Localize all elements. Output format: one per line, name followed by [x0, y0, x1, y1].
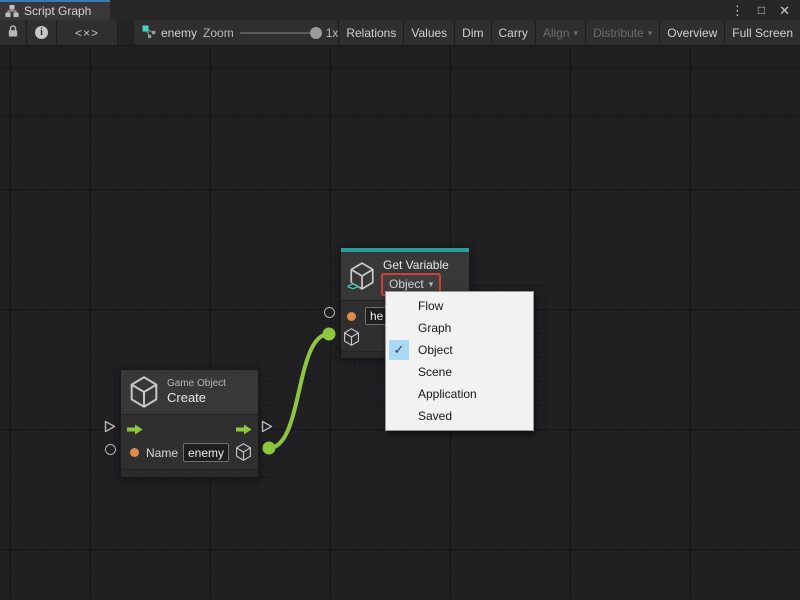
create-body: Name [121, 415, 258, 469]
values-button[interactable]: Values [404, 20, 455, 45]
toolbar-main-segment: enemy Zoom 1x [134, 20, 339, 45]
tab-script-graph[interactable]: Script Graph [0, 0, 110, 20]
chevron-down-icon: ▾ [429, 277, 434, 291]
window-controls: ⋮ □ ✕ [731, 0, 800, 20]
graph-hierarchy-icon [5, 4, 19, 18]
carry-button[interactable]: Carry [492, 20, 536, 45]
chevron-down-icon: ▾ [648, 28, 653, 39]
zoom-slider[interactable] [240, 32, 320, 34]
overview-button[interactable]: Overview [660, 20, 725, 45]
wire-endpoint-source[interactable] [263, 442, 276, 455]
flow-input-arrow-icon[interactable] [127, 424, 143, 435]
create-gameobject-node[interactable]: Game Object Create Name [120, 369, 259, 478]
graph-selector[interactable]: enemy [142, 25, 197, 41]
create-footer [121, 469, 258, 477]
script-graph-icon [142, 25, 156, 41]
chevron-down-icon: ▾ [574, 28, 579, 39]
menu-item-application[interactable]: Application [386, 383, 533, 405]
distribute-dropdown-button[interactable]: Distribute ▾ [586, 20, 660, 45]
node-title: Create [167, 390, 226, 406]
align-dropdown-button[interactable]: Align ▾ [536, 20, 586, 45]
menu-item-saved[interactable]: Saved [386, 405, 533, 427]
node-category: Game Object [167, 378, 226, 390]
create-flow-out-port[interactable] [261, 420, 273, 433]
check-icon: ✓ [389, 340, 409, 360]
code-icon: <×> [75, 26, 99, 40]
name-param-input[interactable] [183, 443, 229, 462]
menu-item-graph[interactable]: Graph [386, 317, 533, 339]
full-screen-button[interactable]: Full Screen [725, 20, 800, 45]
variable-cube-icon: <> [349, 262, 375, 290]
graph-canvas[interactable]: <> Get Variable Object ▾ [0, 46, 800, 600]
name-param-port[interactable] [130, 448, 139, 457]
maximize-icon[interactable]: □ [758, 4, 765, 16]
create-flow-in-port[interactable] [104, 420, 116, 433]
variable-name-port[interactable] [347, 312, 356, 321]
window-menu-icon[interactable]: ⋮ [731, 4, 744, 17]
close-icon[interactable]: ✕ [779, 4, 790, 17]
variable-scope-menu: Flow Graph ✓ Object Scene Application Sa… [385, 291, 534, 431]
gameobject-output-port-icon[interactable] [235, 443, 252, 466]
flow-output-arrow-icon[interactable] [236, 424, 252, 435]
zoom-value: 1x [326, 26, 339, 40]
node-title: Get Variable [383, 258, 449, 272]
get-variable-value-port[interactable] [324, 307, 335, 318]
lock-button[interactable] [0, 20, 27, 45]
lock-icon [7, 24, 19, 41]
zoom-label: Zoom [203, 26, 234, 40]
menu-item-flow[interactable]: Flow [386, 295, 533, 317]
toolbar-spacer [118, 20, 134, 45]
relations-button[interactable]: Relations [339, 20, 404, 45]
create-header: Game Object Create [121, 370, 258, 415]
zoom-slider-knob[interactable] [310, 27, 322, 39]
info-icon: i [35, 26, 48, 39]
script-graph-window: Script Graph ⋮ □ ✕ i <×> [0, 0, 800, 600]
zoom-control: Zoom 1x [203, 26, 338, 40]
wire-endpoint-target[interactable] [323, 328, 336, 341]
create-name-in-port[interactable] [105, 444, 116, 455]
menu-item-scene[interactable]: Scene [386, 361, 533, 383]
code-preview-button[interactable]: <×> [57, 20, 118, 45]
gameobject-input-port-icon[interactable] [343, 328, 360, 351]
name-param-label: Name [146, 446, 178, 460]
graph-name: enemy [161, 26, 197, 40]
graph-toolbar: i <×> enemy Zoom [0, 20, 800, 46]
gameobject-cube-icon [129, 376, 159, 408]
menu-item-object[interactable]: ✓ Object [386, 339, 533, 361]
title-bar: Script Graph ⋮ □ ✕ [0, 0, 800, 20]
info-button[interactable]: i [27, 20, 57, 45]
tab-title: Script Graph [24, 4, 91, 18]
dim-button[interactable]: Dim [455, 20, 491, 45]
